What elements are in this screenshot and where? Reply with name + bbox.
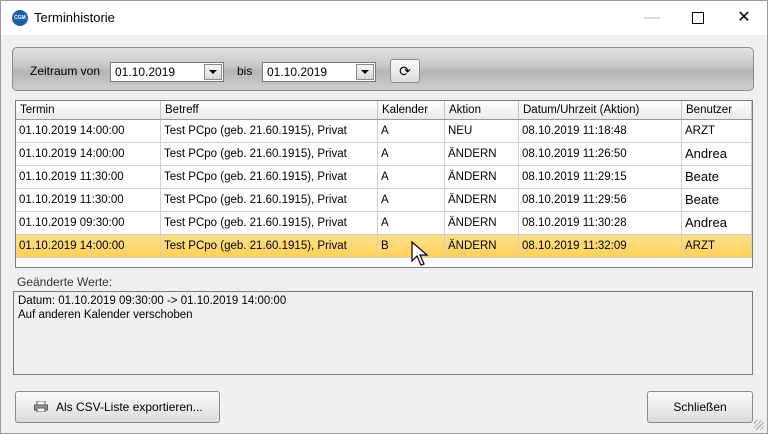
col-aktion-cell: ÄNDERN xyxy=(445,189,519,211)
col-benutzer-cell: ARZT xyxy=(682,235,752,257)
table-row[interactable]: 01.10.2019 09:30:00 Test PCpo (geb. 21.60… xyxy=(16,212,752,235)
col-datum-aktion-cell: 08.10.2019 11:26:50 xyxy=(519,143,682,165)
title-bar: CGM Terminhistorie — ✕ xyxy=(1,1,767,35)
col-kalender-cell: A xyxy=(378,143,445,165)
table-header: Termin Betreff Kalender Aktion Datum/Uhrzeit… xyxy=(16,101,752,120)
minimize-button[interactable]: — xyxy=(629,1,675,35)
header-col-datum-aktion[interactable]: Datum/Uhrzeit (Aktion) xyxy=(519,101,682,119)
col-betreff-cell: Test PCpo (geb. 21.60.1915), Privat xyxy=(161,189,378,211)
col-betreff-cell: Test PCpo (geb. 21.60.1915), Privat xyxy=(161,212,378,234)
table-row[interactable]: 01.10.2019 14:00:00 Test PCpo (geb. 21.60… xyxy=(16,235,752,258)
to-date-value: 01.10.2019 xyxy=(267,65,328,79)
col-termin-cell: 01.10.2019 11:30:00 xyxy=(16,166,161,188)
col-kalender-cell: A xyxy=(378,212,445,234)
col-kalender-cell: A xyxy=(378,120,445,142)
from-date-picker[interactable]: 01.10.2019 xyxy=(110,62,224,82)
chevron-down-icon[interactable] xyxy=(204,64,222,80)
col-termin-cell: 01.10.2019 14:00:00 xyxy=(16,143,161,165)
col-betreff-cell: Test PCpo (geb. 21.60.1915), Privat xyxy=(161,166,378,188)
from-label: Zeitraum von xyxy=(30,64,101,78)
maximize-icon xyxy=(692,11,704,24)
col-datum-aktion-cell: 08.10.2019 11:29:56 xyxy=(519,189,682,211)
col-benutzer-cell: Andrea xyxy=(682,143,752,165)
col-termin-cell: 01.10.2019 14:00:00 xyxy=(16,235,161,257)
header-col-betreff[interactable]: Betreff xyxy=(161,101,378,119)
close-window-button[interactable]: ✕ xyxy=(721,1,767,35)
terminhistorie-window: CGM Terminhistorie — ✕ Zeitraum von 01.1… xyxy=(0,0,768,434)
col-datum-aktion-cell: 08.10.2019 11:18:48 xyxy=(519,120,682,142)
printer-icon xyxy=(34,401,48,412)
changes-textbox[interactable]: Datum: 01.10.2019 09:30:00 -> 01.10.2019… xyxy=(13,291,753,375)
export-csv-button[interactable]: Als CSV-Liste exportieren... xyxy=(15,391,220,423)
table-row[interactable]: 01.10.2019 14:00:00 Test PCpo (geb. 21.60… xyxy=(16,120,752,143)
close-button[interactable]: Schließen xyxy=(647,391,753,423)
col-benutzer-cell: Beate xyxy=(682,189,752,211)
col-benutzer-cell: Andrea xyxy=(682,212,752,234)
col-aktion-cell: ÄNDERN xyxy=(445,166,519,188)
col-betreff-cell: Test PCpo (geb. 21.60.1915), Privat xyxy=(161,120,378,142)
mouse-cursor-icon xyxy=(411,241,429,266)
app-logo-icon: CGM xyxy=(12,10,28,26)
col-aktion-cell: ÄNDERN xyxy=(445,235,519,257)
col-aktion-cell: NEU xyxy=(445,120,519,142)
change-line: Auf anderen Kalender verschoben xyxy=(18,309,193,321)
refresh-icon: ⟳ xyxy=(399,63,411,79)
maximize-button[interactable] xyxy=(675,1,721,35)
header-col-kalender[interactable]: Kalender xyxy=(378,101,445,119)
date-range-toolbar: Zeitraum von 01.10.2019 bis 01.10.2019 ⟳ xyxy=(12,47,754,91)
refresh-button[interactable]: ⟳ xyxy=(390,59,420,83)
col-termin-cell: 01.10.2019 11:30:00 xyxy=(16,189,161,211)
from-date-value: 01.10.2019 xyxy=(115,65,176,79)
col-datum-aktion-cell: 08.10.2019 11:32:09 xyxy=(519,235,682,257)
col-betreff-cell: Test PCpo (geb. 21.60.1915), Privat xyxy=(161,143,378,165)
col-benutzer-cell: ARZT xyxy=(682,120,752,142)
col-termin-cell: 01.10.2019 09:30:00 xyxy=(16,212,161,234)
col-benutzer-cell: Beate xyxy=(682,166,752,188)
col-datum-aktion-cell: 08.10.2019 11:30:28 xyxy=(519,212,682,234)
header-col-termin[interactable]: Termin xyxy=(16,101,161,119)
to-date-picker[interactable]: 01.10.2019 xyxy=(262,62,376,82)
table-row[interactable]: 01.10.2019 14:00:00 Test PCpo (geb. 21.60… xyxy=(16,143,752,166)
header-col-aktion[interactable]: Aktion xyxy=(445,101,519,119)
to-label: bis xyxy=(237,64,253,78)
col-betreff-cell: Test PCpo (geb. 21.60.1915), Privat xyxy=(161,235,378,257)
resize-grip[interactable] xyxy=(754,420,764,430)
col-kalender-cell: A xyxy=(378,189,445,211)
window-title: Terminhistorie xyxy=(34,10,115,25)
changes-label: Geänderte Werte: xyxy=(17,275,113,289)
change-line: Datum: 01.10.2019 09:30:00 -> 01.10.2019… xyxy=(18,295,287,307)
header-col-benutzer[interactable]: Benutzer xyxy=(682,101,752,119)
table-row[interactable]: 01.10.2019 11:30:00 Test PCpo (geb. 21.60… xyxy=(16,166,752,189)
export-csv-label: Als CSV-Liste exportieren... xyxy=(56,400,203,414)
col-aktion-cell: ÄNDERN xyxy=(445,143,519,165)
col-datum-aktion-cell: 08.10.2019 11:29:15 xyxy=(519,166,682,188)
chevron-down-icon[interactable] xyxy=(356,64,374,80)
col-aktion-cell: ÄNDERN xyxy=(445,212,519,234)
col-kalender-cell: A xyxy=(378,166,445,188)
history-table: Termin Betreff Kalender Aktion Datum/Uhrzeit… xyxy=(15,100,753,268)
col-termin-cell: 01.10.2019 14:00:00 xyxy=(16,120,161,142)
table-row[interactable]: 01.10.2019 11:30:00 Test PCpo (geb. 21.60… xyxy=(16,189,752,212)
